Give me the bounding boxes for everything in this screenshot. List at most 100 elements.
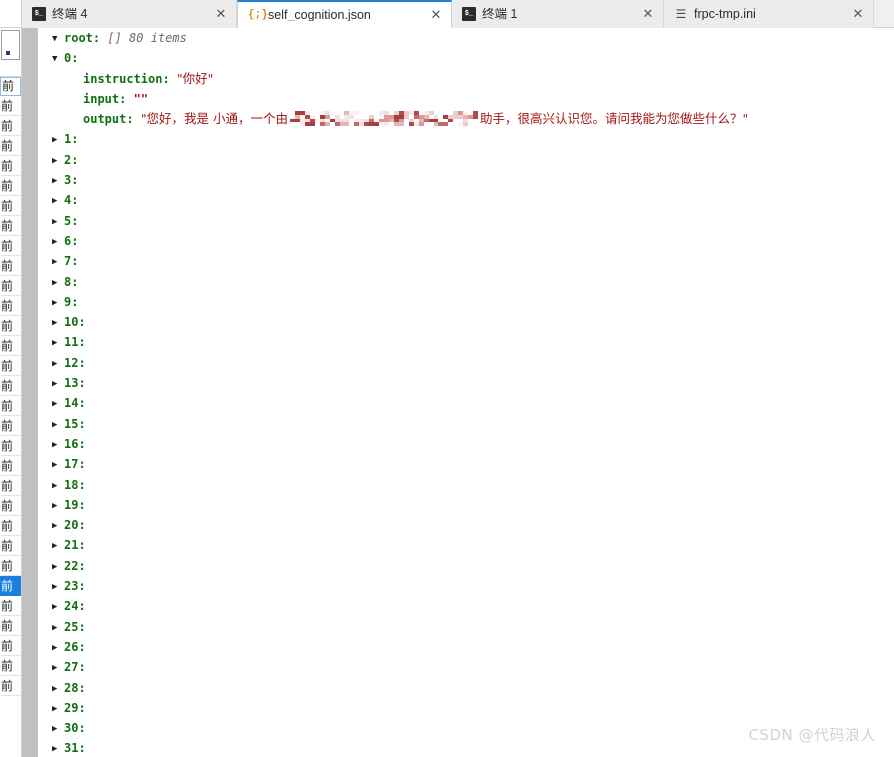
twisty-collapsed-icon[interactable]: ▶ xyxy=(52,618,64,638)
json-item-row-collapsed-13[interactable]: ▶ 13: xyxy=(38,373,894,393)
sidebar-item-17[interactable]: 前 xyxy=(0,416,21,436)
json-item-row-collapsed-24[interactable]: ▶ 24: xyxy=(38,596,894,616)
twisty-collapsed-icon[interactable]: ▶ xyxy=(52,151,64,171)
json-item-row-collapsed-5[interactable]: ▶ 5: xyxy=(38,211,894,231)
tab-4[interactable]: ☰ frpc-tmp.ini ✕ xyxy=(664,0,874,28)
json-item-row-collapsed-28[interactable]: ▶ 28: xyxy=(38,678,894,698)
json-item-row-collapsed-3[interactable]: ▶ 3: xyxy=(38,170,894,190)
sidebar-item-13[interactable]: 前 xyxy=(0,336,21,356)
tab-2[interactable]: {;} self_cognition.json ✕ xyxy=(237,0,452,28)
tab-close-icon[interactable]: ✕ xyxy=(641,7,655,21)
twisty-collapsed-icon[interactable]: ▶ xyxy=(52,658,64,678)
sidebar-item-16[interactable]: 前 xyxy=(0,396,21,416)
sidebar-item-9[interactable]: 前 xyxy=(0,256,21,276)
twisty-collapsed-icon[interactable]: ▶ xyxy=(52,516,64,536)
twisty-expanded-icon[interactable]: ▼ xyxy=(52,49,64,69)
twisty-collapsed-icon[interactable]: ▶ xyxy=(52,557,64,577)
twisty-collapsed-icon[interactable]: ▶ xyxy=(52,476,64,496)
json-item-row-collapsed-7[interactable]: ▶ 7: xyxy=(38,251,894,271)
json-item-row-collapsed-9[interactable]: ▶ 9: xyxy=(38,292,894,312)
sidebar-item-14[interactable]: 前 xyxy=(0,356,21,376)
sidebar-item-5[interactable]: 前 xyxy=(0,176,21,196)
json-item-row-collapsed-12[interactable]: ▶ 12: xyxy=(38,353,894,373)
twisty-collapsed-icon[interactable]: ▶ xyxy=(52,232,64,252)
twisty-collapsed-icon[interactable]: ▶ xyxy=(52,739,64,757)
sidebar-item-24[interactable]: 前 xyxy=(0,556,21,576)
twisty-collapsed-icon[interactable]: ▶ xyxy=(52,374,64,394)
sidebar-item-11[interactable]: 前 xyxy=(0,296,21,316)
sidebar-item-20[interactable]: 前 xyxy=(0,476,21,496)
json-item-row-collapsed-11[interactable]: ▶ 11: xyxy=(38,332,894,352)
twisty-collapsed-icon[interactable]: ▶ xyxy=(52,699,64,719)
sidebar-item-28[interactable]: 前 xyxy=(0,636,21,656)
sidebar-item-1[interactable]: 前 xyxy=(0,96,21,116)
json-item-row-collapsed-29[interactable]: ▶ 29: xyxy=(38,698,894,718)
twisty-collapsed-icon[interactable]: ▶ xyxy=(52,130,64,150)
json-item-row-collapsed-15[interactable]: ▶ 15: xyxy=(38,414,894,434)
json-item-row-collapsed-20[interactable]: ▶ 20: xyxy=(38,515,894,535)
json-item-row-collapsed-17[interactable]: ▶ 17: xyxy=(38,454,894,474)
twisty-collapsed-icon[interactable]: ▶ xyxy=(52,455,64,475)
json-item-row-collapsed-19[interactable]: ▶ 19: xyxy=(38,495,894,515)
twisty-expanded-icon[interactable]: ▼ xyxy=(52,29,64,49)
sidebar-item-2[interactable]: 前 xyxy=(0,116,21,136)
sidebar-item-29[interactable]: 前 xyxy=(0,656,21,676)
twisty-collapsed-icon[interactable]: ▶ xyxy=(52,536,64,556)
sidebar-item-0[interactable]: 前 xyxy=(0,77,21,96)
twisty-collapsed-icon[interactable]: ▶ xyxy=(52,394,64,414)
twisty-collapsed-icon[interactable]: ▶ xyxy=(52,719,64,739)
twisty-collapsed-icon[interactable]: ▶ xyxy=(52,333,64,353)
twisty-collapsed-icon[interactable]: ▶ xyxy=(52,171,64,191)
json-item-row-collapsed-23[interactable]: ▶ 23: xyxy=(38,576,894,596)
twisty-collapsed-icon[interactable]: ▶ xyxy=(52,679,64,699)
json-item-row-collapsed-27[interactable]: ▶ 27: xyxy=(38,657,894,677)
twisty-collapsed-icon[interactable]: ▶ xyxy=(52,273,64,293)
twisty-collapsed-icon[interactable]: ▶ xyxy=(52,577,64,597)
json-item-row-collapsed-21[interactable]: ▶ 21: xyxy=(38,535,894,555)
sidebar-item-27[interactable]: 前 xyxy=(0,616,21,636)
sidebar-item-10[interactable]: 前 xyxy=(0,276,21,296)
twisty-collapsed-icon[interactable]: ▶ xyxy=(52,354,64,374)
twisty-collapsed-icon[interactable]: ▶ xyxy=(52,313,64,333)
json-item-row-collapsed-10[interactable]: ▶ 10: xyxy=(38,312,894,332)
sidebar-item-30[interactable]: 前 xyxy=(0,676,21,696)
sidebar-item-19[interactable]: 前 xyxy=(0,456,21,476)
twisty-collapsed-icon[interactable]: ▶ xyxy=(52,212,64,232)
sidebar-item-26[interactable]: 前 xyxy=(0,596,21,616)
sidebar-item-15[interactable]: 前 xyxy=(0,376,21,396)
sidebar-item-6[interactable]: 前 xyxy=(0,196,21,216)
json-item-row-collapsed-16[interactable]: ▶ 16: xyxy=(38,434,894,454)
tab-1[interactable]: $_ 终端 4 ✕ xyxy=(22,0,237,28)
json-item-row-collapsed-6[interactable]: ▶ 6: xyxy=(38,231,894,251)
json-item-row-collapsed-4[interactable]: ▶ 4: xyxy=(38,190,894,210)
json-item-row-collapsed-8[interactable]: ▶ 8: xyxy=(38,272,894,292)
sidebar-item-8[interactable]: 前 xyxy=(0,236,21,256)
tab-close-icon[interactable]: ✕ xyxy=(429,8,443,22)
json-item-row-collapsed-1[interactable]: ▶ 1: xyxy=(38,129,894,149)
json-item-row-collapsed-25[interactable]: ▶ 25: xyxy=(38,617,894,637)
sidebar-item-4[interactable]: 前 xyxy=(0,156,21,176)
twisty-collapsed-icon[interactable]: ▶ xyxy=(52,191,64,211)
left-panel-thumbnail[interactable] xyxy=(1,30,20,60)
sidebar-item-25[interactable]: 前 xyxy=(0,576,21,596)
twisty-collapsed-icon[interactable]: ▶ xyxy=(52,597,64,617)
sidebar-item-12[interactable]: 前 xyxy=(0,316,21,336)
tab-close-icon[interactable]: ✕ xyxy=(214,7,228,21)
tab-3[interactable]: $_ 终端 1 ✕ xyxy=(452,0,664,28)
sidebar-item-21[interactable]: 前 xyxy=(0,496,21,516)
sidebar-item-18[interactable]: 前 xyxy=(0,436,21,456)
sidebar-item-23[interactable]: 前 xyxy=(0,536,21,556)
twisty-collapsed-icon[interactable]: ▶ xyxy=(52,415,64,435)
sidebar-item-22[interactable]: 前 xyxy=(0,516,21,536)
twisty-collapsed-icon[interactable]: ▶ xyxy=(52,293,64,313)
twisty-collapsed-icon[interactable]: ▶ xyxy=(52,638,64,658)
json-item-row-collapsed-14[interactable]: ▶ 14: xyxy=(38,393,894,413)
tab-close-icon[interactable]: ✕ xyxy=(851,7,865,21)
json-item-row-0[interactable]: ▼ 0: xyxy=(38,48,894,68)
json-item-row-collapsed-26[interactable]: ▶ 26: xyxy=(38,637,894,657)
sidebar-item-7[interactable]: 前 xyxy=(0,216,21,236)
vertical-scrollbar[interactable] xyxy=(22,28,38,757)
json-item-row-collapsed-18[interactable]: ▶ 18: xyxy=(38,475,894,495)
twisty-collapsed-icon[interactable]: ▶ xyxy=(52,496,64,516)
twisty-collapsed-icon[interactable]: ▶ xyxy=(52,252,64,272)
